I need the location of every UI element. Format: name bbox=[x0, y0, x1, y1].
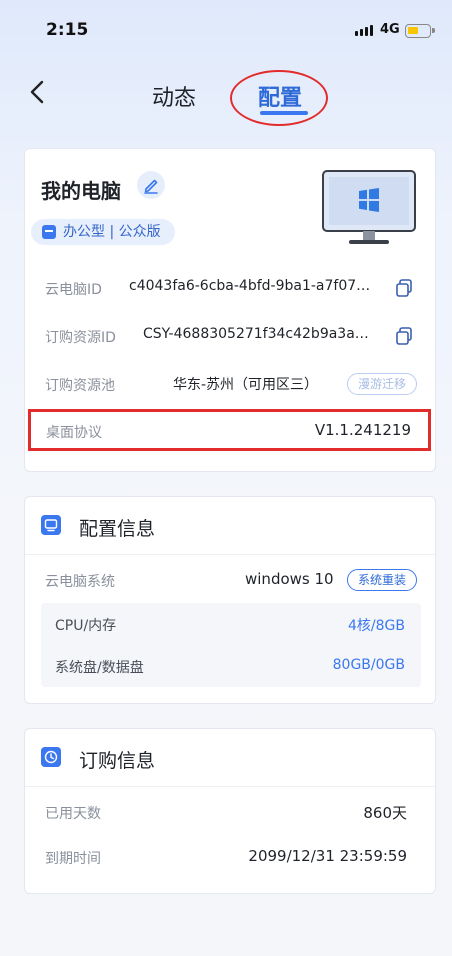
system-label: 云电脑系统 bbox=[45, 574, 115, 590]
network-type: 4G bbox=[380, 22, 400, 37]
chevron-left-icon bbox=[30, 80, 44, 104]
cloud-pc-id-row: 云电脑ID c4043fa6-6cba-4bfd-9ba1-a7f07… bbox=[25, 265, 435, 313]
copy-resource-id-button[interactable] bbox=[393, 325, 415, 347]
used-days-value: 860天 bbox=[363, 804, 407, 822]
config-info-header: 配置信息 bbox=[25, 497, 435, 555]
expiry-label: 到期时间 bbox=[45, 851, 101, 867]
protocol-row: 桌面协议 V1.1.241219 bbox=[28, 409, 431, 451]
protocol-value: V1.1.241219 bbox=[314, 421, 411, 439]
reinstall-system-button[interactable]: 系统重装 bbox=[347, 569, 417, 591]
copy-icon bbox=[396, 279, 412, 297]
order-info-header: 订购信息 bbox=[25, 729, 435, 787]
config-info-title: 配置信息 bbox=[79, 518, 156, 540]
edit-name-button[interactable] bbox=[137, 171, 165, 199]
computer-name: 我的电脑 bbox=[41, 179, 121, 203]
type-badge-label: 办公型 | 公众版 bbox=[63, 224, 161, 240]
system-value: windows 10 bbox=[245, 570, 334, 588]
briefcase-icon bbox=[42, 225, 56, 239]
resource-id-row: 订购资源ID CSY-4688305271f34c42b9a3a… bbox=[25, 313, 435, 361]
type-badge: 办公型 | 公众版 bbox=[31, 219, 175, 245]
cloud-pc-id-value: c4043fa6-6cba-4bfd-9ba1-a7f07… bbox=[129, 278, 371, 294]
pencil-icon bbox=[144, 179, 158, 194]
computer-monitor-icon bbox=[322, 170, 416, 244]
cloud-pc-id-label: 云电脑ID bbox=[45, 282, 102, 298]
order-info-card: 订购信息 已用天数 860天 到期时间 2099/12/31 23:59:59 bbox=[24, 728, 436, 894]
used-days-label: 已用天数 bbox=[45, 806, 101, 822]
copy-icon bbox=[396, 327, 412, 345]
disks-value: 80GB/0GB bbox=[332, 657, 405, 673]
tab-activity[interactable]: 动态 bbox=[152, 80, 196, 112]
order-info-title: 订购信息 bbox=[79, 750, 156, 772]
clock-icon bbox=[41, 747, 61, 767]
resource-id-label: 订购资源ID bbox=[45, 330, 116, 346]
monitor-cloud-icon bbox=[41, 515, 61, 535]
resource-id-value: CSY-4688305271f34c42b9a3a… bbox=[143, 326, 369, 342]
spec-row-cpu-memory: CPU/内存 4核/8GB bbox=[41, 603, 421, 645]
resource-pool-row: 订购资源池 华东-苏州（可用区三） 漫游迁移 bbox=[25, 361, 435, 409]
expiry-value: 2099/12/31 23:59:59 bbox=[248, 847, 407, 865]
disks-label: 系统盘/数据盘 bbox=[55, 660, 144, 676]
cpu-memory-value: 4核/8GB bbox=[348, 618, 405, 634]
roam-migrate-button[interactable]: 漫游迁移 bbox=[347, 373, 417, 395]
highlight-ellipse bbox=[230, 70, 328, 126]
back-button[interactable] bbox=[22, 76, 54, 108]
spec-list: CPU/内存 4核/8GB 系统盘/数据盘 80GB/0GB bbox=[41, 603, 421, 687]
cpu-memory-label: CPU/内存 bbox=[55, 618, 117, 634]
copy-cloud-pc-id-button[interactable] bbox=[393, 277, 415, 299]
computer-card: 我的电脑 办公型 | 公众版 云电脑ID c4043fa6-6cba-4bfd-… bbox=[24, 148, 436, 472]
status-time: 2:15 bbox=[46, 20, 89, 40]
battery-icon bbox=[405, 24, 435, 38]
protocol-label: 桌面协议 bbox=[46, 425, 102, 441]
spec-row-disks: 系统盘/数据盘 80GB/0GB bbox=[41, 645, 421, 687]
resource-pool-value: 华东-苏州（可用区三） bbox=[173, 377, 319, 393]
status-bar: 2:15 4G bbox=[0, 0, 452, 62]
resource-pool-label: 订购资源池 bbox=[45, 378, 115, 394]
signal-strength-icon bbox=[355, 25, 373, 36]
config-info-card: 配置信息 云电脑系统 windows 10 系统重装 CPU/内存 4核/8GB… bbox=[24, 496, 436, 704]
